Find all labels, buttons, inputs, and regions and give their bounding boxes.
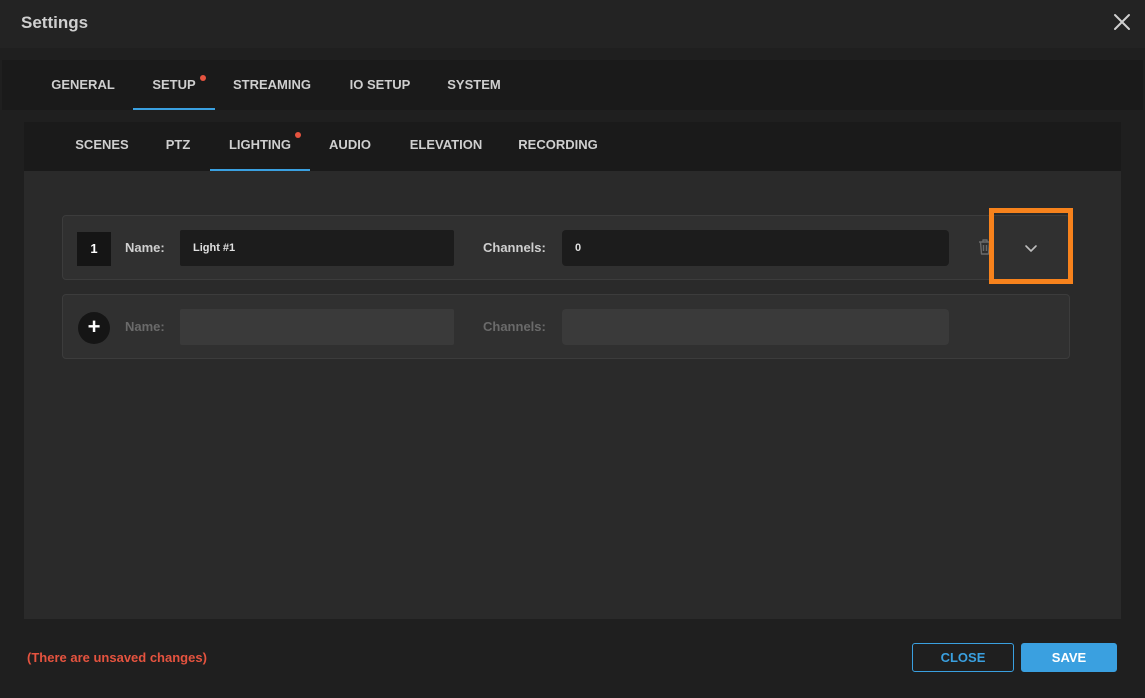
new-light-name-input[interactable]: [180, 309, 454, 345]
sub-tab-bar: SCENES PTZ LIGHTING AUDIO ELEVATION RECO…: [24, 122, 1121, 171]
tab-general[interactable]: GENERAL: [43, 60, 123, 110]
close-button[interactable]: CLOSE: [912, 643, 1014, 672]
highlight-annotation-box: [989, 208, 1073, 284]
tab-streaming[interactable]: STREAMING: [224, 60, 320, 110]
new-light-channels-input[interactable]: [562, 309, 949, 345]
new-name-label: Name:: [125, 319, 165, 334]
name-label: Name:: [125, 240, 165, 255]
settings-dialog: Settings GENERAL SETUP STREAMING IO SETU…: [0, 0, 1145, 698]
unsaved-indicator-dot: [200, 75, 206, 81]
tab-io-setup[interactable]: IO SETUP: [340, 60, 420, 110]
light-number-badge: 1: [77, 232, 111, 266]
channels-label: Channels:: [483, 240, 546, 255]
add-light-row: + Name: Channels:: [62, 294, 1070, 359]
subtab-scenes[interactable]: SCENES: [68, 122, 136, 171]
plus-icon[interactable]: +: [78, 312, 110, 344]
subtab-recording[interactable]: RECORDING: [511, 122, 605, 171]
light-row: 1 Name: Channels:: [62, 215, 1070, 280]
light-channels-input[interactable]: [562, 230, 949, 266]
main-tab-bar: GENERAL SETUP STREAMING IO SETUP SYSTEM: [2, 60, 1143, 110]
close-icon[interactable]: [1110, 10, 1134, 34]
unsaved-indicator-dot: [295, 132, 301, 138]
save-button[interactable]: SAVE: [1021, 643, 1117, 672]
dialog-title: Settings: [21, 13, 89, 32]
content-panel: SCENES PTZ LIGHTING AUDIO ELEVATION RECO…: [24, 122, 1121, 619]
subtab-elevation[interactable]: ELEVATION: [402, 122, 490, 171]
light-name-input[interactable]: [180, 230, 454, 266]
unsaved-changes-message: (There are unsaved changes): [27, 650, 207, 665]
tab-setup[interactable]: SETUP: [133, 60, 215, 110]
title-bar: Settings: [0, 0, 1145, 48]
subtab-lighting[interactable]: LIGHTING: [210, 122, 310, 171]
subtab-audio[interactable]: AUDIO: [320, 122, 380, 171]
subtab-ptz[interactable]: PTZ: [158, 122, 198, 171]
tab-system[interactable]: SYSTEM: [438, 60, 510, 110]
new-channels-label: Channels:: [483, 319, 546, 334]
